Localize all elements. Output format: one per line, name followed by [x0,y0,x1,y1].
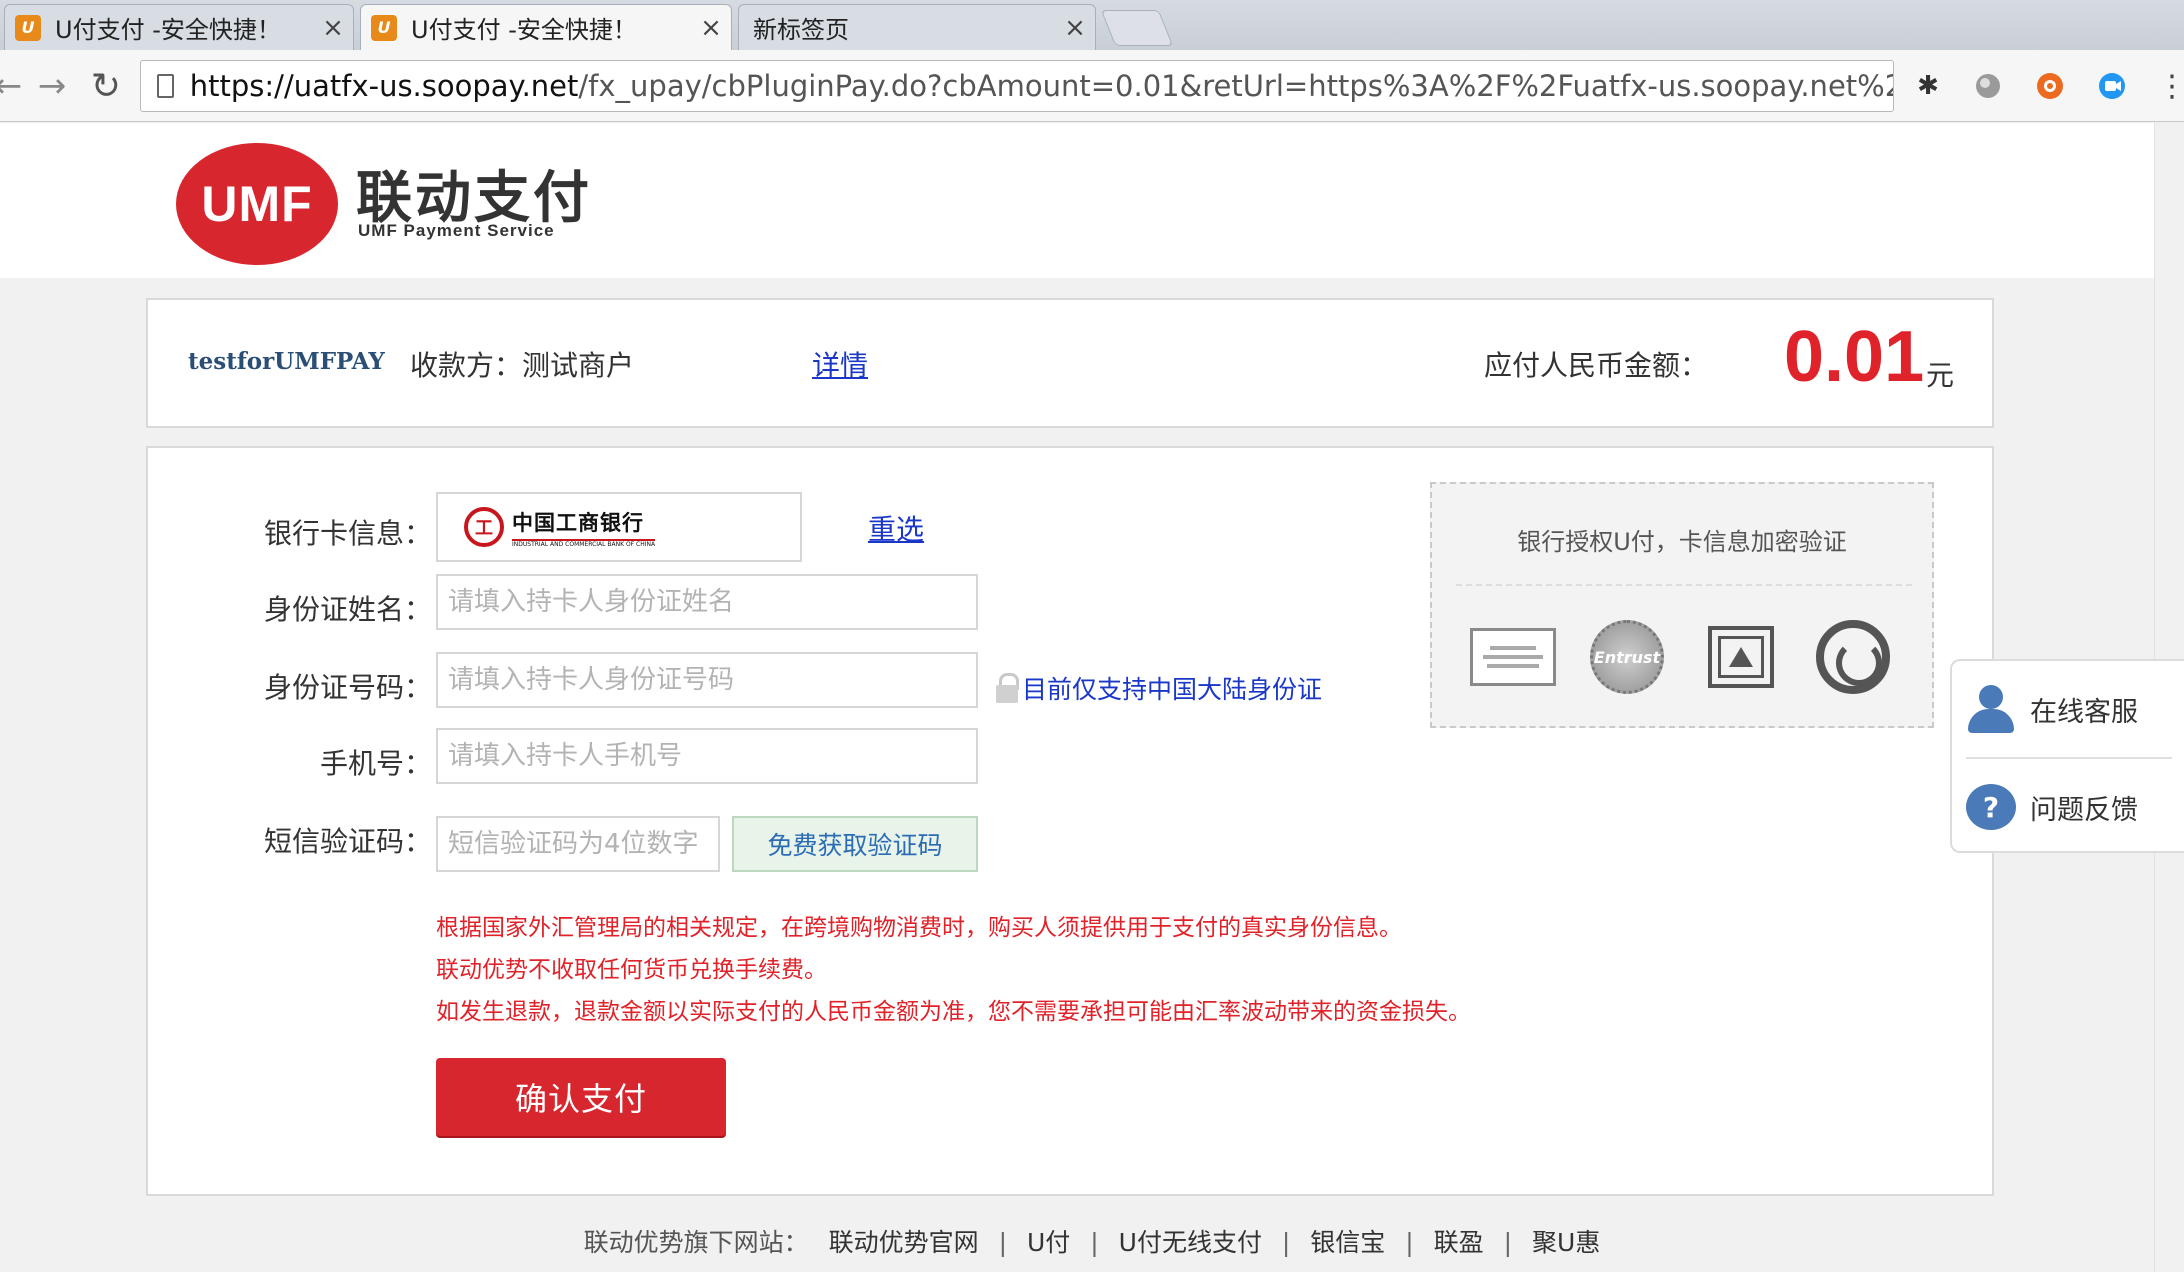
footer-link-yinxinbao[interactable]: 银信宝 [1310,1228,1385,1257]
footer-separator: | [1090,1228,1099,1257]
browser-toolbar: ← → ↻ https://uatfx-us.soopay.net/fx_upa… [0,50,2184,122]
feedback-button[interactable]: ? 问题反馈 [1952,759,2184,855]
sms-code-label: 短信验证码： [263,825,432,858]
tab-close-icon[interactable]: × [1055,13,1095,43]
security-panel: 银行授权U付，卡信息加密验证 Entrust [1430,482,1934,728]
id-name-label: 身份证姓名： [263,593,432,626]
notice-line: 联动优势不收取任何货币兑换手续费。 [436,957,827,983]
person-icon [1966,683,2016,735]
orange-extension-icon[interactable] [2032,68,2068,104]
footer-link-upay[interactable]: U付 [1027,1228,1070,1257]
order-summary: testforUMFPAY 收款方：测试商户 详情 应付人民币金额： 0.01 … [146,298,1994,428]
id-name-input[interactable] [436,574,978,630]
security-lock-certificate-icon [1698,624,1784,690]
footer-separator: | [1281,1228,1291,1257]
tab-title: 新标签页 [753,16,849,44]
ring-certificate-icon [1810,620,1896,694]
logo-subtitle: UMF Payment Service [358,221,555,240]
tab-close-icon[interactable]: × [691,13,731,43]
divider [1456,584,1912,586]
u-pay-favicon-icon: U [371,14,397,41]
footer: 联动优势旗下网站： 联动优势官网 | U付 | U付无线支付 | 银信宝 | 联… [0,1223,2184,1259]
online-service-label: 在线客服 [2030,696,2138,728]
bank-name: 中国工商银行 [512,510,644,535]
footer-label: 联动优势旗下网站： [583,1228,809,1257]
tab-close-icon[interactable]: × [313,13,353,43]
browser-tab-1[interactable]: U U付支付 -安全快捷！ × [4,4,354,50]
certificate-card-icon [1470,624,1556,690]
footer-link-upay-mobile[interactable]: U付无线支付 [1119,1228,1262,1257]
merchant-id: testforUMFPAY [188,348,385,375]
page-content: UMF 联动支付 UMF Payment Service testforUMFP… [0,123,2184,1272]
browser-tab-3[interactable]: 新标签页 × [738,4,1096,50]
id-number-input[interactable] [436,652,978,708]
icbc-logo-icon: 工 [464,507,504,547]
reselect-bank-link[interactable]: 重选 [868,508,924,548]
entrust-seal-icon: Entrust [1584,620,1670,694]
question-icon: ? [1966,784,2016,830]
floating-service-panel: 在线客服 ? 问题反馈 [1950,659,2184,853]
tab-title: U付支付 -安全快捷！ [55,16,281,44]
u-pay-favicon-icon: U [15,14,41,41]
menu-dots-icon[interactable]: ⋮ [2154,68,2184,104]
umf-logo: UMF [176,143,338,265]
sms-code-input[interactable] [436,816,720,872]
forward-arrow-icon[interactable]: → [30,64,74,108]
site-header: UMF 联动支付 UMF Payment Service [0,123,2184,278]
tab-title: U付支付 -安全快捷！ [411,16,637,44]
id-number-label: 身份证号码： [263,671,432,704]
confirm-payment-button[interactable]: 确认支付 [436,1058,726,1136]
footer-link-lianying[interactable]: 联盈 [1434,1228,1484,1257]
url-text[interactable]: https://uatfx-us.soopay.net/fx_upay/cbPl… [190,69,1893,103]
payment-form: 银行卡信息： 工 中国工商银行 INDUSTRIAL AND COMMERCIA… [146,446,1994,1196]
browser-tab-2-active[interactable]: U U付支付 -安全快捷！ × [360,4,732,50]
notice-line: 如发生退款，退款金额以实际支付的人民币金额为准，您不需要承担可能由汇率波动带来的… [436,999,1471,1025]
address-bar[interactable]: https://uatfx-us.soopay.net/fx_upay/cbPl… [140,60,1894,112]
reload-icon[interactable]: ↻ [84,64,128,108]
details-link[interactable]: 详情 [812,344,868,384]
bank-name-en: INDUSTRIAL AND COMMERCIAL BANK OF CHINA [512,538,656,548]
new-tab-button[interactable] [1100,10,1174,46]
back-arrow-icon[interactable]: ← [0,64,30,108]
footer-separator: | [998,1228,1008,1257]
id-support-note: 目前仅支持中国大陆身份证 [996,670,1322,706]
browser-tab-strip: U U付支付 -安全快捷！ × U U付支付 -安全快捷！ × 新标签页 × [0,0,2184,50]
page-icon [157,74,174,98]
feedback-label: 问题反馈 [2030,794,2138,826]
amount-unit: 元 [1926,359,1955,392]
footer-link-umf-official[interactable]: 联动优势官网 [829,1228,979,1257]
security-title: 银行授权U付，卡信息加密验证 [1517,528,1847,556]
amount-label: 应付人民币金额： [1484,349,1709,382]
phone-label: 手机号： [319,747,432,780]
footer-link-juuhui[interactable]: 聚U惠 [1532,1228,1600,1257]
amount-value: 0.01 [1784,317,1925,397]
footer-separator: | [1503,1228,1513,1257]
footer-separator: | [1405,1228,1414,1257]
get-sms-code-button[interactable]: 免费获取验证码 [732,816,978,872]
online-service-button[interactable]: 在线客服 [1952,661,2184,757]
notice-line: 根据国家外汇管理局的相关规定，在跨境购物消费时，购买人须提供用于支付的真实身份信… [436,915,1402,941]
phone-input[interactable] [436,728,978,784]
spider-extension-icon[interactable]: ✱ [1910,68,1946,104]
lock-icon [996,673,1019,703]
selected-bank: 工 中国工商银行 INDUSTRIAL AND COMMERCIAL BANK … [436,492,802,562]
bank-card-label: 银行卡信息： [263,517,432,550]
blue-extension-icon[interactable] [2094,68,2130,104]
globe-extension-icon[interactable] [1970,68,2006,104]
payee-text: 收款方：测试商户 [410,349,635,382]
